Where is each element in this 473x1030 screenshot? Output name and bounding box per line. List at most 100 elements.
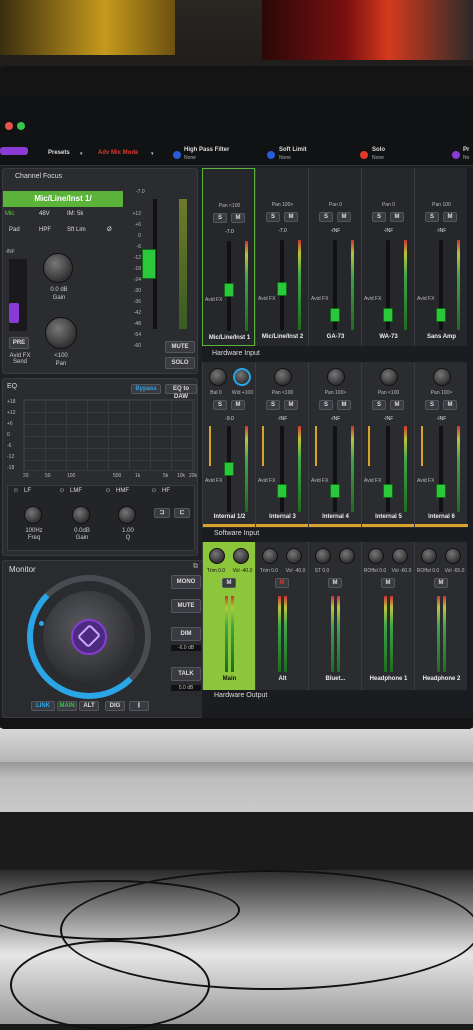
- fader-handle[interactable]: [224, 462, 234, 476]
- eq-shelf-low-button[interactable]: ⊐: [154, 508, 170, 518]
- strip-pan-value[interactable]: Pan 0: [309, 202, 362, 208]
- pad-toggle[interactable]: Pad: [9, 227, 20, 233]
- solo-button[interactable]: S: [372, 400, 386, 410]
- fader-track[interactable]: [280, 426, 284, 512]
- fader-handle[interactable]: [383, 483, 393, 498]
- hpf-label[interactable]: High Pass Filter: [184, 147, 229, 153]
- mute-button[interactable]: M: [434, 578, 448, 588]
- eq-band-power-icon[interactable]: ⏻: [60, 488, 64, 494]
- mono-button[interactable]: MONO: [171, 575, 201, 589]
- channel-name[interactable]: Internal 1/2: [203, 514, 256, 520]
- channel-name[interactable]: Mic/Line/Inst 1: [203, 335, 256, 341]
- bluetooth-icon[interactable]: ᛒ: [129, 701, 149, 711]
- trim-knob[interactable]: [315, 548, 331, 564]
- solo-button[interactable]: S: [319, 212, 333, 222]
- dig-output-button[interactable]: DIG: [105, 701, 125, 711]
- soft-limit-toggle[interactable]: Sft Lim: [67, 227, 86, 233]
- fader-handle[interactable]: [277, 483, 287, 498]
- fader-handle[interactable]: [436, 483, 446, 498]
- pr-label[interactable]: Pr: [463, 147, 469, 153]
- eq-to-daw-button[interactable]: EQ to DAW: [165, 384, 197, 400]
- zoom-window-button[interactable]: [17, 122, 25, 130]
- channel-name[interactable]: Internal 6: [415, 514, 468, 520]
- solo-label[interactable]: Solo: [372, 147, 385, 153]
- mute-button[interactable]: M: [390, 212, 404, 222]
- fader-handle[interactable]: [436, 308, 446, 323]
- dim-button[interactable]: DIM: [171, 627, 201, 641]
- eq-graph[interactable]: [23, 399, 195, 471]
- volume-knob[interactable]: [445, 548, 461, 564]
- input-mode-select[interactable]: Mic: [5, 211, 14, 217]
- monitor-mute-button[interactable]: MUTE: [171, 599, 201, 613]
- channel-name[interactable]: GA-73: [309, 334, 362, 340]
- mute-button[interactable]: M: [381, 578, 395, 588]
- talk-button[interactable]: TALK: [171, 667, 201, 681]
- pan-knob[interactable]: [380, 368, 398, 386]
- pan-knob[interactable]: [327, 368, 345, 386]
- solo-button[interactable]: S: [372, 212, 386, 222]
- fader-handle[interactable]: [277, 281, 287, 296]
- volume-knob[interactable]: [233, 548, 249, 564]
- eq-band-tab[interactable]: HF: [162, 488, 170, 494]
- volume-knob[interactable]: [392, 548, 408, 564]
- eq-gain-knob[interactable]: [72, 506, 90, 524]
- channel-name[interactable]: Internal 5: [362, 514, 415, 520]
- fader-track[interactable]: [386, 426, 390, 512]
- channel-name[interactable]: Headphone 1: [362, 676, 415, 682]
- eq-q-knob[interactable]: [118, 506, 136, 524]
- solo-button[interactable]: S: [213, 400, 227, 410]
- trim-knob[interactable]: [421, 548, 437, 564]
- eq-band-power-icon[interactable]: ⏻: [14, 488, 18, 494]
- channel-name[interactable]: Headphone 2: [415, 676, 468, 682]
- mute-button[interactable]: M: [275, 578, 289, 588]
- eq-bypass-button[interactable]: Bypass: [131, 384, 161, 394]
- mute-button[interactable]: M: [231, 400, 245, 410]
- channel-name[interactable]: WA-73: [362, 334, 415, 340]
- mute-button[interactable]: M: [443, 212, 457, 222]
- popout-icon[interactable]: ⧉: [193, 563, 198, 571]
- mute-button[interactable]: M: [284, 212, 298, 222]
- channel-name[interactable]: Sans Amp: [415, 334, 468, 340]
- strip-pan-value[interactable]: Pan 100>: [256, 202, 309, 208]
- channel-name[interactable]: Main: [203, 676, 256, 682]
- eq-band-power-icon[interactable]: ⏻: [152, 488, 156, 494]
- gain-knob[interactable]: [43, 253, 73, 283]
- trim-knob[interactable]: [368, 548, 384, 564]
- solo-button[interactable]: SOLO: [165, 357, 195, 369]
- pan-knob[interactable]: [274, 368, 292, 386]
- fader-track[interactable]: [333, 426, 337, 512]
- mute-button[interactable]: M: [328, 578, 342, 588]
- eq-band-tab[interactable]: HMF: [116, 488, 129, 494]
- mute-button[interactable]: M: [390, 400, 404, 410]
- solo-button[interactable]: S: [213, 213, 227, 223]
- close-window-button[interactable]: [5, 122, 13, 130]
- mute-button[interactable]: M: [284, 400, 298, 410]
- channel-name[interactable]: Bluet...: [309, 676, 362, 682]
- strip-pan-value[interactable]: Pan 0: [362, 202, 415, 208]
- alt-output-button[interactable]: ALT: [79, 701, 99, 711]
- eq-band-tab[interactable]: LMF: [70, 488, 82, 494]
- phantom-power-toggle[interactable]: 48V: [39, 211, 50, 217]
- impedance-select[interactable]: IM: 5k: [67, 211, 83, 217]
- mute-button[interactable]: M: [337, 212, 351, 222]
- fader-handle[interactable]: [330, 483, 340, 498]
- hpf-toggle[interactable]: HPF: [39, 227, 51, 233]
- eq-freq-knob[interactable]: [24, 506, 42, 524]
- solo-button[interactable]: S: [319, 400, 333, 410]
- volume-knob[interactable]: [339, 548, 355, 564]
- pre-button[interactable]: PRE: [9, 337, 29, 349]
- solo-button[interactable]: S: [425, 212, 439, 222]
- link-button[interactable]: LINK: [31, 701, 55, 711]
- mute-button[interactable]: M: [231, 213, 245, 223]
- solo-button[interactable]: S: [425, 400, 439, 410]
- main-fader-handle[interactable]: [142, 249, 156, 279]
- mute-button[interactable]: M: [443, 400, 457, 410]
- pan-knob[interactable]: [209, 368, 227, 386]
- fader-handle[interactable]: [224, 282, 234, 297]
- eq-band-tab[interactable]: LF: [24, 488, 31, 494]
- fader-track[interactable]: [439, 426, 443, 512]
- solo-button[interactable]: S: [266, 400, 280, 410]
- channel-name[interactable]: Internal 3: [256, 514, 309, 520]
- mute-button[interactable]: M: [222, 578, 236, 588]
- phase-toggle[interactable]: Ø: [107, 227, 112, 233]
